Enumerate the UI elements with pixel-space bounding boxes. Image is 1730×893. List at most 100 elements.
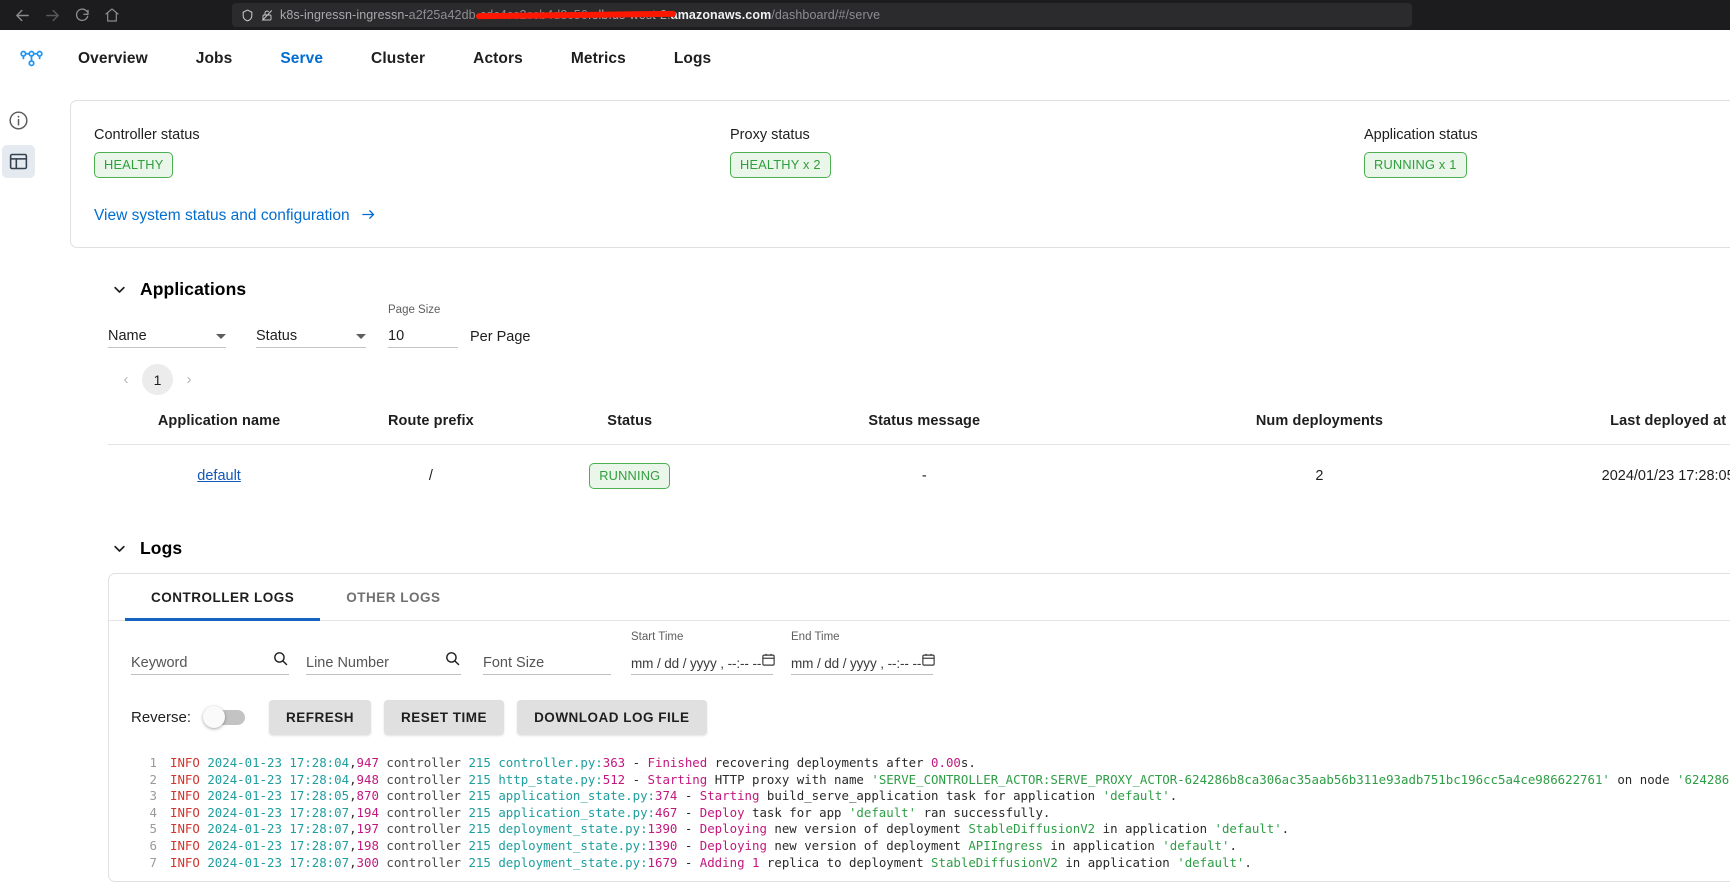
log-line-number: 6 xyxy=(149,837,157,853)
column-application-name: Application name xyxy=(108,413,331,445)
chevron-down-icon xyxy=(216,334,226,339)
info-circle-icon[interactable] xyxy=(2,104,35,137)
logs-controls: Reverse: REFRESH RESET TIME DOWNLOAD LOG… xyxy=(131,700,1730,735)
column-route-prefix: Route prefix xyxy=(330,413,532,445)
page-number-1[interactable]: 1 xyxy=(142,364,173,395)
tab-controller-logs[interactable]: CONTROLLER LOGS xyxy=(125,574,321,621)
lock-slash-icon[interactable] xyxy=(261,8,273,23)
line-number-input[interactable]: Line Number xyxy=(306,649,461,675)
logs-card: CONTROLLER LOGS OTHER LOGS Keyword Line … xyxy=(108,573,1730,883)
address-bar[interactable]: k8s-ingressn-ingressn-a2f25a42db-cdc4cc2… xyxy=(232,3,1412,27)
log-line-content: INFO 2024-01-23 17:28:05,870 controller … xyxy=(170,788,1178,804)
start-time-value: mm / dd / yyyy , --:-- -- xyxy=(631,656,762,671)
calendar-icon[interactable] xyxy=(761,652,776,674)
log-line: 2 INFO 2024-01-23 17:28:04,948 controller… xyxy=(131,772,1730,789)
line-number-placeholder: Line Number xyxy=(306,655,390,671)
applications-pagination: ‹ 1 › xyxy=(115,364,1730,395)
download-log-file-button[interactable]: DOWNLOAD LOG FILE xyxy=(517,700,707,735)
logs-title: Logs xyxy=(140,538,183,558)
ray-logo-icon[interactable] xyxy=(8,45,54,72)
log-line-content: INFO 2024-01-23 17:28:07,197 controller … xyxy=(170,821,1290,837)
page-size-value: 10 xyxy=(388,328,405,344)
log-line: 1 INFO 2024-01-23 17:28:04,947 controller… xyxy=(131,755,1730,772)
name-filter-select[interactable]: Name xyxy=(108,322,226,348)
row-status-badge: RUNNING xyxy=(589,463,671,489)
reverse-label: Reverse: xyxy=(131,709,192,726)
font-size-input[interactable]: Font Size xyxy=(483,649,611,675)
toggle-knob xyxy=(203,706,226,728)
forward-arrow-icon[interactable] xyxy=(38,3,66,27)
back-arrow-icon[interactable] xyxy=(8,3,36,27)
application-link-default[interactable]: default xyxy=(197,468,241,484)
cell-num-deployments: 2 xyxy=(1315,468,1324,484)
shield-icon xyxy=(241,8,254,23)
chevron-down-icon xyxy=(112,541,127,556)
nav-item-jobs[interactable]: Jobs xyxy=(172,50,257,68)
view-system-status-label: View system status and configuration xyxy=(94,207,350,224)
table-row: default / RUNNING - 2 2024/01/23 17:28:0… xyxy=(108,445,1730,508)
log-line-number: 2 xyxy=(149,771,157,787)
logs-tabs: CONTROLLER LOGS OTHER LOGS xyxy=(109,574,1730,621)
status-summary-card: Controller status HEALTHY Proxy status H… xyxy=(70,100,1730,248)
home-icon[interactable] xyxy=(98,3,126,27)
nav-item-overview[interactable]: Overview xyxy=(54,50,172,68)
status-filter-select[interactable]: Status xyxy=(256,322,366,348)
chevron-down-icon xyxy=(112,282,127,297)
cell-route-prefix: / xyxy=(428,468,433,484)
main-navigation: Overview Jobs Serve Cluster Actors Metri… xyxy=(0,30,1730,88)
proxy-status-cell: Proxy status HEALTHY x 2 xyxy=(730,127,831,178)
application-status-cell: Application status RUNNING x 1 xyxy=(1364,127,1478,178)
logs-filter-bar: Keyword Line Number Font Size Start Time… xyxy=(131,631,1730,675)
log-line-content: INFO 2024-01-23 17:28:07,300 controller … xyxy=(170,854,1252,870)
chevron-left-icon[interactable]: ‹ xyxy=(115,371,137,388)
arrow-right-icon xyxy=(359,207,378,225)
applications-section-header[interactable]: Applications xyxy=(112,279,1730,300)
calendar-icon[interactable] xyxy=(921,652,936,674)
sidebar-rail xyxy=(0,88,37,178)
proxy-status-badge: HEALTHY x 2 xyxy=(730,152,831,178)
start-time-input[interactable]: Start Time mm / dd / yyyy , --:-- -- xyxy=(631,631,776,675)
column-status-message: Status message xyxy=(727,413,1121,445)
nav-item-metrics[interactable]: Metrics xyxy=(547,50,650,68)
log-line: 5 INFO 2024-01-23 17:28:07,197 controller… xyxy=(131,821,1730,838)
end-time-value: mm / dd / yyyy , --:-- -- xyxy=(791,656,922,671)
cell-last-deployed-at: 2024/01/23 17:28:05 xyxy=(1601,468,1730,484)
nav-item-logs[interactable]: Logs xyxy=(650,50,735,68)
proxy-status-label: Proxy status xyxy=(730,127,810,143)
application-status-label: Application status xyxy=(1364,127,1478,143)
chevron-down-icon xyxy=(356,334,366,339)
log-line: 7 INFO 2024-01-23 17:28:07,300 controller… xyxy=(131,855,1730,872)
cell-application-name: default xyxy=(108,445,330,508)
log-line-content: INFO 2024-01-23 17:28:04,947 controller … xyxy=(170,755,976,770)
search-icon[interactable] xyxy=(444,650,461,674)
logs-section-header[interactable]: Logs xyxy=(112,538,1730,559)
refresh-button[interactable]: REFRESH xyxy=(269,700,372,735)
search-icon[interactable] xyxy=(272,650,289,674)
end-time-input[interactable]: End Time mm / dd / yyyy , --:-- -- xyxy=(791,631,936,675)
log-output[interactable]: 1 INFO 2024-01-23 17:28:04,947 controller… xyxy=(131,755,1730,871)
page-size-label: Page Size xyxy=(388,304,441,316)
name-filter-label: Name xyxy=(108,328,147,344)
application-status-badge: RUNNING x 1 xyxy=(1364,152,1467,178)
keyword-input[interactable]: Keyword xyxy=(131,649,289,675)
nav-item-actors[interactable]: Actors xyxy=(449,50,547,68)
cell-status-message: - xyxy=(921,468,927,484)
nav-item-serve[interactable]: Serve xyxy=(256,50,347,68)
status-filter-label: Status xyxy=(256,328,298,344)
controller-status-cell: Controller status HEALTHY xyxy=(94,127,200,178)
column-num-deployments: Num deployments xyxy=(1120,413,1519,445)
layout-panel-icon[interactable] xyxy=(2,145,35,178)
chevron-right-icon[interactable]: › xyxy=(178,371,200,388)
log-line-content: INFO 2024-01-23 17:28:07,198 controller … xyxy=(170,837,1237,853)
reverse-toggle[interactable] xyxy=(203,706,246,728)
reload-icon[interactable] xyxy=(68,3,96,27)
reset-time-button[interactable]: RESET TIME xyxy=(384,700,505,735)
page-size-input[interactable]: Page Size 10 xyxy=(388,304,458,348)
nav-item-cluster[interactable]: Cluster xyxy=(347,50,449,68)
font-size-placeholder: Font Size xyxy=(483,655,545,671)
log-line: 4 INFO 2024-01-23 17:28:07,194 controller… xyxy=(131,805,1730,822)
tab-other-logs[interactable]: OTHER LOGS xyxy=(320,574,466,621)
view-system-status-link[interactable]: View system status and configuration xyxy=(94,207,378,225)
applications-title: Applications xyxy=(140,279,247,299)
url-text: k8s-ingressn-ingressn-a2f25a42db-cdc4cc2… xyxy=(280,8,881,22)
